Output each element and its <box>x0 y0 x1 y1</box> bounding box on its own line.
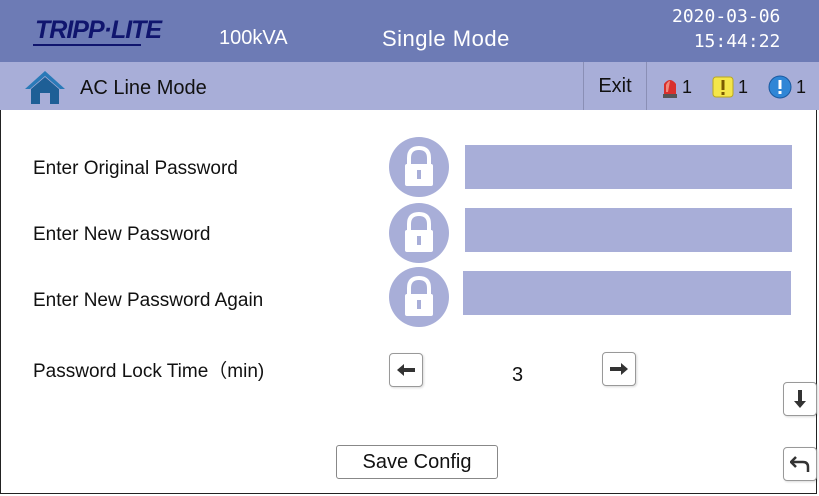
page-title: AC Line Mode <box>80 77 207 99</box>
home-icon[interactable] <box>23 69 67 105</box>
time-text: 15:44:22 <box>693 31 781 52</box>
date-text: 2020-03-06 <box>672 6 781 27</box>
capacity-label: 100kVA <box>219 27 288 49</box>
return-arrow-icon <box>790 456 810 472</box>
new-password-again-field[interactable] <box>463 271 791 315</box>
lock-icon <box>389 203 449 263</box>
new-password-field[interactable] <box>465 208 792 252</box>
arrow-left-icon <box>397 364 415 376</box>
lock-time-label: Password Lock Time（min) <box>33 361 265 382</box>
warning-icon <box>712 76 734 98</box>
exit-button[interactable]: Exit <box>583 62 647 110</box>
back-button[interactable] <box>783 447 817 481</box>
brand-logo: TRIPP·LITE <box>33 15 162 46</box>
increase-button[interactable] <box>602 352 636 386</box>
original-password-label: Enter Original Password <box>33 158 238 179</box>
lock-icon <box>389 267 449 327</box>
info-count: 1 <box>796 76 807 97</box>
warning-count: 1 <box>738 76 749 97</box>
arrow-down-icon <box>794 390 806 408</box>
alarm-light-icon <box>663 80 677 98</box>
info-icon <box>768 75 792 99</box>
decrease-button[interactable] <box>389 353 423 387</box>
new-password-label: Enter New Password <box>33 224 211 245</box>
scroll-down-button[interactable] <box>783 382 817 416</box>
save-config-button[interactable]: Save Config <box>336 445 498 479</box>
info-counter[interactable]: 1 <box>768 74 806 100</box>
datetime: 2020-03-06 15:44:22 <box>672 4 780 54</box>
lock-icon <box>389 137 449 197</box>
new-password-again-label: Enter New Password Again <box>33 290 264 311</box>
operating-mode: Single Mode <box>382 26 510 51</box>
arrow-right-icon <box>610 363 628 375</box>
original-password-field[interactable] <box>465 145 792 189</box>
logo-underline <box>33 44 141 46</box>
warning-counter[interactable]: 1 <box>712 74 748 100</box>
lock-time-value: 3 <box>512 364 524 386</box>
alarm-counter[interactable]: 1 <box>662 74 692 100</box>
logo-text: TRIPP·LITE <box>35 16 162 44</box>
alarm-count: 1 <box>682 76 693 97</box>
